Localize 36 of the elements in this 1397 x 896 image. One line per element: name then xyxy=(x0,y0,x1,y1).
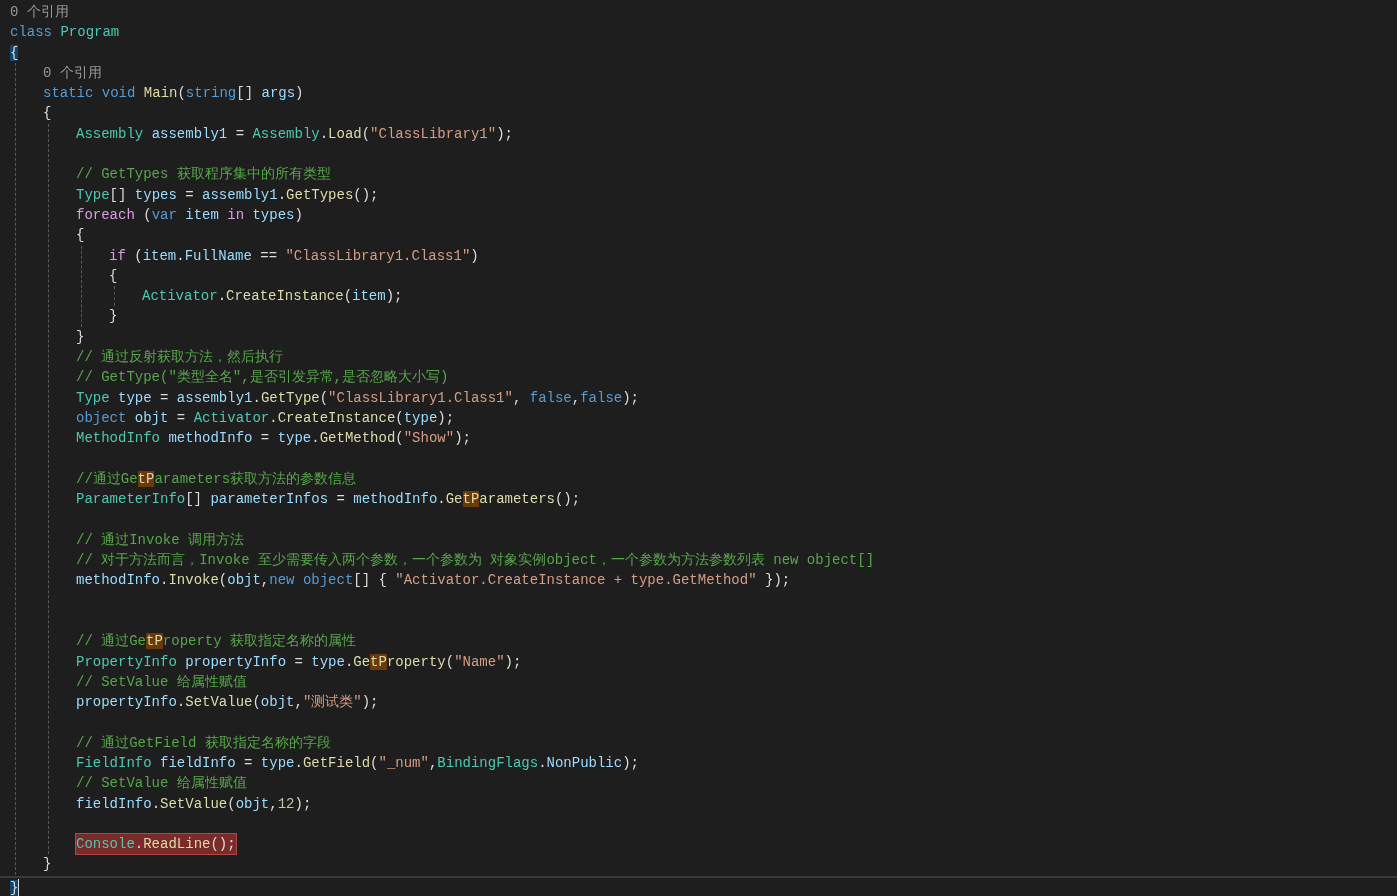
code-line: } xyxy=(109,307,118,327)
code-line: Activator.CreateInstance(item); xyxy=(142,287,403,307)
code-editor[interactable] xyxy=(0,0,1397,896)
code-line: ParameterInfo[] parameterInfos = methodInfo.GetParameters(); xyxy=(76,490,581,510)
code-line: } xyxy=(76,327,85,347)
code-line: MethodInfo methodInfo = type.GetMethod("Show"); xyxy=(76,429,471,449)
code-line: class Program xyxy=(10,23,120,43)
code-line: object objt = Activator.CreateInstance(type); xyxy=(76,408,455,428)
code-line: // 通过反射获取方法，然后执行 xyxy=(76,348,284,368)
code-line: // GetType("类型全名",是否引发异常,是否忽略大小写) xyxy=(76,368,449,388)
code-line: } xyxy=(43,855,52,875)
code-line: // 通过GetField 获取指定名称的字段 xyxy=(76,733,331,753)
code-line: Type type = assembly1.GetType("ClassLibrary1.Class1", false,false); xyxy=(76,388,639,408)
code-line: foreach (var item in types) xyxy=(76,205,303,225)
code-lens-text[interactable]: 0 个引用 xyxy=(10,2,69,23)
text-caret xyxy=(18,878,20,896)
code-line: { xyxy=(43,104,52,124)
code-lens-text[interactable]: 0 个引用 xyxy=(43,62,102,84)
code-line: { xyxy=(109,266,118,286)
code-line: //通过GetParameters获取方法的参数信息 xyxy=(76,469,357,489)
code-line: // 对于方法而言，Invoke 至少需要传入两个参数，一个参数为 对象实例object，一个参数为方法参数列表 new object[] xyxy=(76,551,875,570)
code-line: propertyInfo.SetValue(objt,"测试类"); xyxy=(76,693,379,713)
code-line: // 通过GetProperty 获取指定名称的属性 xyxy=(76,632,357,652)
code-line: methodInfo.Invoke(objt,new object[] { "Activator.CreateInstance + type.GetMethod" }); xyxy=(76,571,791,591)
code-line: Assembly assembly1 = Assembly.Load("ClassLibrary1"); xyxy=(76,124,513,144)
code-line: fieldInfo.SetValue(objt,12); xyxy=(76,794,312,814)
code-line: // GetTypes 获取程序集中的所有类型 xyxy=(76,165,331,185)
code-line: // SetValue 给属性赋值 xyxy=(76,672,247,692)
code-line: Type[] types = assembly1.GetTypes(); xyxy=(76,185,379,205)
code-line: if (item.FullName == "ClassLibrary1.Class1") xyxy=(109,246,479,266)
code-line: // 通过Invoke 调用方法 xyxy=(76,530,244,550)
code-line: // SetValue 给属性赋值 xyxy=(76,774,247,794)
code-line: PropertyInfo propertyInfo = type.GetProperty("Name"); xyxy=(76,652,522,672)
code-line: { xyxy=(76,226,85,246)
code-line: FieldInfo fieldInfo = type.GetField("_num",BindingFlags.NonPublic); xyxy=(76,754,639,773)
code-line: static void Main(string[] args) xyxy=(43,84,304,104)
